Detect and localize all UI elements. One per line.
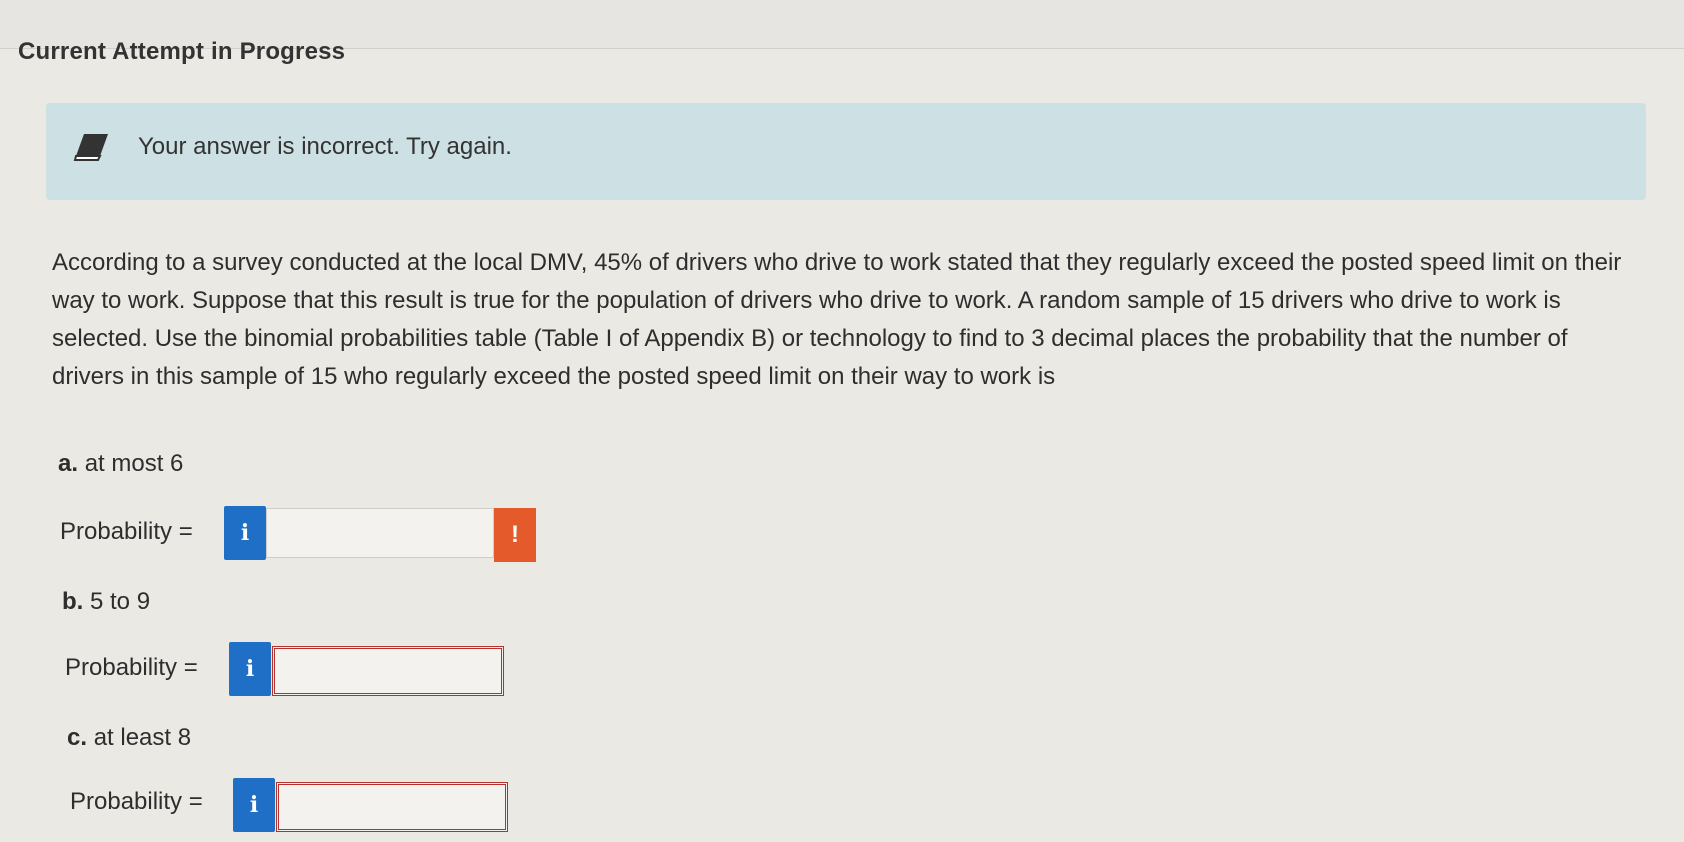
- question-text: According to a survey conducted at the l…: [52, 249, 1622, 390]
- part-c-answer-input[interactable]: [276, 782, 508, 832]
- part-c-letter: c.: [67, 724, 88, 751]
- eraser-icon: [72, 130, 112, 167]
- part-b-letter: b.: [62, 588, 84, 615]
- part-c-probability-label: Probability =: [70, 788, 203, 815]
- part-c-info-button[interactable]: i: [233, 778, 275, 832]
- feedback-message: Your answer is incorrect. Try again.: [138, 133, 512, 160]
- part-b-text: 5 to 9: [90, 588, 151, 615]
- part-a-letter: a.: [58, 450, 79, 477]
- part-a-answer-input[interactable]: [266, 508, 494, 558]
- part-a-text: at most 6: [84, 450, 184, 477]
- part-b-answer-input[interactable]: [272, 646, 504, 696]
- part-a-warning-badge: !: [494, 508, 536, 562]
- part-a-probability-label: Probability =: [60, 518, 193, 545]
- part-b-label: b. 5 to 9: [62, 588, 150, 616]
- part-a-info-button[interactable]: i: [224, 506, 266, 560]
- feedback-alert: Your answer is incorrect. Try again.: [46, 103, 1646, 200]
- part-a-label: a. at most 6: [58, 450, 183, 478]
- part-b-probability-label: Probability =: [65, 654, 198, 681]
- part-b-info-button[interactable]: i: [229, 642, 271, 696]
- attempt-title: Current Attempt in Progress: [18, 38, 346, 65]
- part-c-text: at least 8: [93, 724, 192, 751]
- part-c-label: c. at least 8: [67, 724, 191, 752]
